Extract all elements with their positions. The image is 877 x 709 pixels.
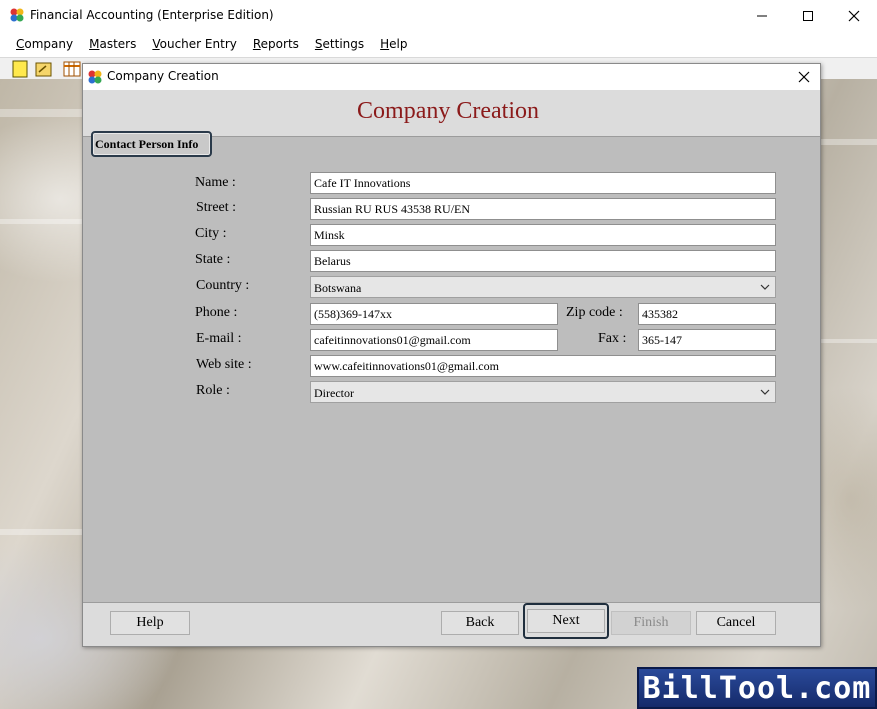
company-creation-dialog: Company Creation Company Creation Contac…	[82, 63, 821, 647]
email-input[interactable]: cafeitinnovations01@gmail.com	[310, 329, 558, 351]
dialog-logo-icon	[88, 70, 102, 84]
country-select[interactable]: Botswana	[310, 276, 776, 298]
minimize-icon	[757, 15, 767, 16]
fax-input[interactable]: 365-147	[638, 329, 776, 351]
menu-reports[interactable]: Reports	[245, 37, 307, 51]
street-label: Street :	[196, 200, 237, 215]
chevron-down-icon	[760, 284, 770, 290]
section-tab-contact-person-info[interactable]: Contact Person Info	[91, 131, 212, 157]
dialog-body: Contact Person Info Name : Cafe IT Innov…	[83, 131, 820, 602]
city-input[interactable]: Minsk	[310, 224, 776, 246]
logo-text: BillTool.com	[642, 670, 872, 706]
app-logo-icon	[10, 8, 24, 22]
close-window-button[interactable]	[831, 0, 877, 31]
toolbar-open-button[interactable]	[34, 59, 54, 79]
website-input[interactable]: www.cafeitinnovations01@gmail.com	[310, 355, 776, 377]
name-input[interactable]: Cafe IT Innovations	[310, 172, 776, 194]
help-button[interactable]: Help	[110, 611, 190, 635]
city-label: City :	[195, 226, 227, 241]
chevron-down-icon	[760, 389, 770, 395]
website-label: Web site :	[196, 357, 252, 372]
menu-voucher-entry[interactable]: Voucher Entry	[144, 37, 245, 51]
name-label: Name :	[195, 175, 236, 190]
menu-masters[interactable]: Masters	[81, 37, 144, 51]
phone-input[interactable]: (558)369-147xx	[310, 303, 558, 325]
dialog-title: Company Creation	[107, 69, 219, 83]
fax-label: Fax :	[598, 331, 627, 346]
finish-button[interactable]: Finish	[611, 611, 691, 635]
billtool-logo: BillTool.com	[637, 667, 877, 709]
maximize-button[interactable]	[785, 0, 831, 31]
state-label: State :	[195, 252, 231, 267]
country-label: Country :	[196, 278, 250, 293]
dialog-heading: Company Creation	[357, 98, 539, 124]
app-title: Financial Accounting (Enterprise Edition…	[30, 8, 274, 22]
close-icon	[848, 10, 860, 21]
cancel-button[interactable]: Cancel	[696, 611, 776, 635]
close-icon	[798, 71, 810, 83]
menu-company[interactable]: Company	[8, 37, 81, 51]
open-folder-icon	[35, 62, 52, 77]
menu-help[interactable]: Help	[372, 37, 415, 51]
dialog-close-button[interactable]	[793, 67, 815, 87]
dialog-titlebar: Company Creation	[83, 64, 820, 90]
next-button[interactable]: Next	[527, 609, 605, 633]
role-select[interactable]: Director	[310, 381, 776, 403]
dialog-footer: Help Back Next Finish Cancel	[83, 602, 820, 646]
zip-code-input[interactable]: 435382	[638, 303, 776, 325]
minimize-button[interactable]	[739, 0, 785, 31]
new-file-icon	[12, 60, 28, 78]
toolbar-table-button[interactable]	[62, 59, 82, 79]
country-value: Botswana	[314, 281, 362, 295]
role-label: Role :	[196, 383, 230, 398]
menu-bar: Company Masters Voucher Entry Reports Se…	[0, 31, 877, 57]
zip-code-label: Zip code :	[566, 305, 623, 320]
dialog-header: Company Creation	[83, 90, 820, 136]
app-titlebar: Financial Accounting (Enterprise Edition…	[0, 0, 877, 31]
email-label: E-mail :	[196, 331, 242, 346]
back-button[interactable]: Back	[441, 611, 519, 635]
state-input[interactable]: Belarus	[310, 250, 776, 272]
role-value: Director	[314, 386, 354, 400]
maximize-icon	[803, 10, 813, 21]
phone-label: Phone :	[195, 305, 238, 320]
toolbar-new-button[interactable]	[10, 59, 30, 79]
street-input[interactable]: Russian RU RUS 43538 RU/EN	[310, 198, 776, 220]
menu-settings[interactable]: Settings	[307, 37, 372, 51]
table-icon	[63, 61, 81, 77]
